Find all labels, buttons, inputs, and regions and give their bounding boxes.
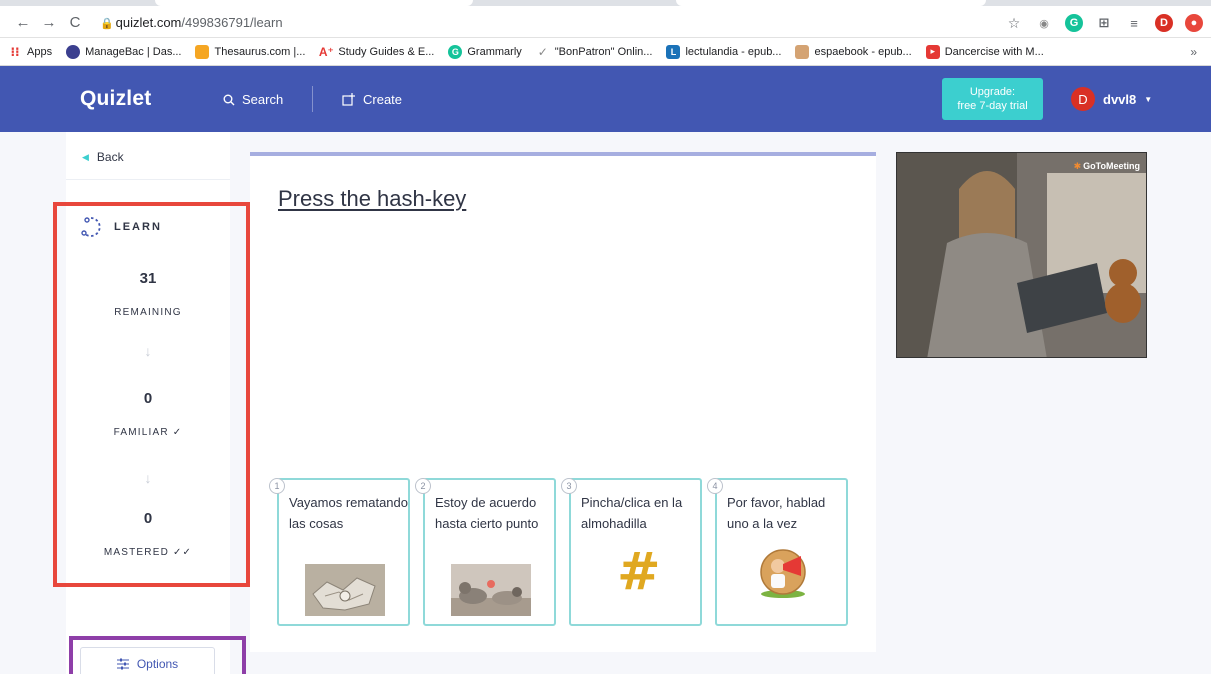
browser-tab[interactable] [155,0,473,6]
upgrade-line2: free 7-day trial [957,100,1028,112]
megaphone-man-image [760,549,806,598]
ad-photo-image [897,153,1146,357]
animals-image [451,564,531,616]
bookmark-item[interactable]: ▸ Dancercise with M... [925,44,1044,59]
upgrade-button[interactable]: Upgrade: free 7-day trial [942,78,1043,120]
options-highlight [69,636,246,674]
study-guides-icon: A⁺ [318,44,334,59]
learn-progress-highlight [53,202,250,587]
adblock-icon[interactable]: ● [1185,14,1203,32]
create-icon [342,93,355,106]
bookmark-item[interactable]: Thesaurus.com |... [195,44,305,59]
answer-choice-3[interactable]: 3 Pincha/clica en la almohadilla # [561,478,702,626]
grammarly-icon[interactable]: G [1065,14,1083,32]
bonpatron-icon: ✓ [537,44,548,59]
create-label: Create [363,92,403,107]
bookmark-item[interactable]: espaebook - epub... [795,44,912,59]
tab-strip [0,0,1211,6]
url-host: quizlet.com [115,15,182,30]
answer-choice-4[interactable]: 4 Por favor, hablad uno a la vez [707,478,848,626]
quizlet-logo[interactable]: Quizlet [80,87,151,111]
choice-text: Pincha/clica en la almohadilla [581,495,683,531]
progress-bar [250,152,876,156]
star-icon[interactable]: ☆ [1005,14,1023,32]
browser-tab[interactable] [676,0,986,6]
youtube-icon: ▸ [925,44,940,59]
back-label: Back [96,150,124,164]
grid-icon[interactable]: ⊞ [1095,14,1113,32]
question-prompt: Press the hash-key [278,186,467,211]
forward-arrow-icon[interactable]: → [40,14,58,32]
create-button[interactable]: Create [342,92,402,107]
back-triangle-icon: ◀ [82,151,89,162]
reading-list-icon[interactable]: ≡ [1125,14,1143,32]
search-button[interactable]: Search [223,92,283,107]
advertisement[interactable]: ✱ GoToMeeting [896,152,1147,358]
choice-number: 3 [561,478,577,494]
bookmark-item[interactable]: ✓ "BonPatron" Onlin... [536,45,653,59]
bookmark-item[interactable]: G Grammarly [448,44,522,59]
managebac-icon [66,44,81,59]
search-label: Search [242,92,284,107]
more-bookmarks-icon[interactable]: » [1190,45,1197,59]
crumpled-paper-image [305,564,385,616]
back-button[interactable]: ◀ Back [82,150,124,164]
profile-avatar-icon[interactable]: D [1155,14,1173,32]
bookmarks-bar: ⁝⁝ Apps ManageBac | Das... Thesaurus.com … [0,38,1211,66]
grammarly-icon: G [448,44,463,59]
quizlet-header: Quizlet Search Create Upgrade: free 7-da… [0,66,1211,132]
lectulandia-icon: L [666,44,681,59]
ad-brand: ✱ GoToMeeting [1073,161,1140,171]
bookmark-item[interactable]: A⁺ Study Guides & E... [318,44,435,59]
reload-icon[interactable]: C [66,14,84,32]
bookmark-item[interactable]: Llectulandia - epub... [666,44,781,59]
upgrade-line1: Upgrade: [969,86,1016,98]
choice-text: Vayamos rematando las cosas [289,495,408,531]
browser-extensions: ☆ ◉ G ⊞ ≡ D ● [1005,12,1203,34]
username: dvvl8 [1103,91,1137,107]
espaebook-icon [795,44,810,59]
gotomeeting-logo-icon: ✱ [1073,161,1082,171]
bookmark-item[interactable]: ManageBac | Das... [66,44,181,59]
search-icon [223,94,235,105]
lock-icon: 🔒 [100,18,114,30]
extension-icon[interactable]: ◉ [1035,14,1053,32]
choice-number: 2 [415,478,431,494]
header-divider [312,86,313,112]
browser-toolbar: ← → C 🔒 quizlet.com/499836791/learn ☆ ◉ … [0,0,1211,38]
back-arrow-icon[interactable]: ← [14,14,32,32]
answer-choice-1[interactable]: 1 Vayamos rematando las cosas [269,478,410,626]
user-menu[interactable]: D dvvl8 ▼ [1071,87,1152,111]
avatar: D [1071,87,1095,111]
choice-number: 1 [269,478,285,494]
chevron-down-icon: ▼ [1144,94,1153,104]
url-path: /499836791/learn [181,15,283,30]
bookmark-item[interactable]: ⁝⁝ Apps [8,45,52,59]
sidebar-divider [66,179,230,180]
thesaurus-icon [195,44,210,59]
choice-text: Estoy de acuerdo hasta cierto punto [435,495,539,531]
address-bar[interactable]: 🔒 quizlet.com/499836791/learn [100,12,1100,34]
hash-symbol-image: # [617,542,661,602]
choice-number: 4 [707,478,723,494]
choice-text: Por favor, hablad uno a la vez [727,495,826,531]
answer-choice-2[interactable]: 2 Estoy de acuerdo hasta cierto punto [415,478,556,626]
apps-grid-icon: ⁝⁝ [10,44,20,59]
